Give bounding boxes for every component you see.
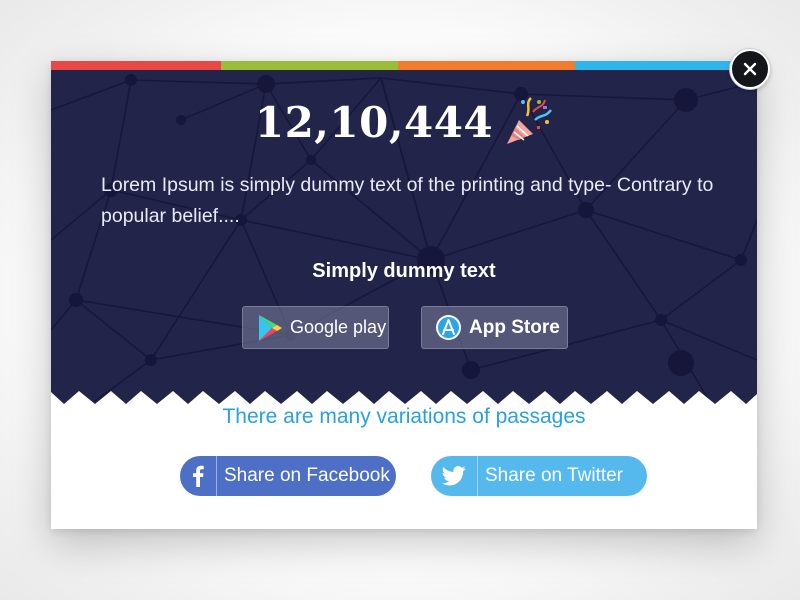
close-button[interactable] — [730, 49, 770, 89]
color-bar-red — [51, 61, 221, 70]
google-play-label: Google play — [290, 317, 387, 337]
app-store-icon — [436, 315, 461, 340]
google-play-button[interactable]: Google play — [242, 306, 389, 349]
subtitle: Simply dummy text — [312, 260, 496, 282]
color-bar-green — [221, 61, 398, 70]
app-store-label: App Store — [469, 316, 560, 338]
app-store-button[interactable]: App Store — [421, 306, 568, 349]
zigzag-divider — [51, 391, 757, 404]
variations-text: There are many variations of passages — [222, 405, 586, 428]
share-facebook-label: Share on Facebook — [224, 465, 390, 486]
close-icon — [743, 62, 757, 76]
hero-section: 12,10,444 Lorem Ipsum is simply dummy te… — [51, 70, 757, 404]
share-twitter-label: Share on Twitter — [485, 465, 624, 486]
twitter-icon — [431, 456, 478, 496]
party-popper-icon — [507, 97, 553, 144]
facebook-icon — [180, 456, 217, 496]
share-twitter-button[interactable]: Share on Twitter — [431, 456, 647, 496]
description-text: Lorem Ipsum is simply dummy text of the … — [101, 174, 714, 227]
download-counter: 12,10,444 — [254, 97, 494, 147]
color-bar — [51, 61, 757, 70]
popup-modal: 12,10,444 Lorem Ipsum is simply dummy te… — [51, 61, 757, 529]
share-facebook-button[interactable]: Share on Facebook — [180, 456, 396, 496]
color-bar-orange — [398, 61, 575, 70]
counter-row: 12,10,444 — [51, 96, 757, 148]
google-play-icon — [259, 314, 282, 341]
